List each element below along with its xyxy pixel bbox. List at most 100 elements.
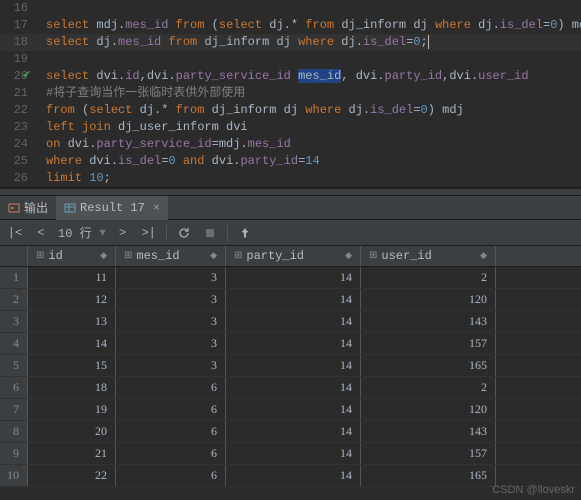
cell[interactable]: 3 (116, 333, 226, 354)
sort-icon[interactable]: ◆ (210, 251, 217, 261)
cell[interactable]: 165 (361, 355, 496, 376)
cell[interactable]: 14 (226, 355, 361, 376)
cell[interactable]: 6 (116, 421, 226, 442)
cell[interactable]: 143 (361, 421, 496, 442)
cell[interactable]: 14 (226, 311, 361, 332)
cell[interactable]: 3 (116, 355, 226, 376)
cell[interactable]: 19 (28, 399, 116, 420)
nav-first-button[interactable]: |< (6, 224, 24, 242)
cell[interactable]: 2 (361, 377, 496, 398)
cell[interactable]: 8 (0, 421, 28, 442)
col-header-user-id[interactable]: ⊞user_id◆ (361, 246, 496, 266)
cell[interactable]: 6 (116, 443, 226, 464)
table-row[interactable]: 515314165 (0, 355, 581, 377)
nav-next-button[interactable]: > (114, 224, 132, 242)
pin-button[interactable] (236, 224, 254, 242)
cell[interactable]: 14 (226, 465, 361, 486)
cell[interactable]: 13 (28, 311, 116, 332)
sort-icon[interactable]: ◆ (100, 251, 107, 261)
cell[interactable]: 157 (361, 443, 496, 464)
table-row[interactable]: 719614120 (0, 399, 581, 421)
cell[interactable]: 6 (116, 465, 226, 486)
cell[interactable]: 6 (0, 377, 28, 398)
sort-icon[interactable]: ◆ (480, 251, 487, 261)
code-line[interactable]: 26limit 10; (0, 170, 581, 187)
line-number[interactable]: 22 (0, 102, 38, 119)
row-num-header[interactable] (0, 246, 28, 266)
code-line[interactable]: 23left join dj_user_inform dvi (0, 119, 581, 136)
cell[interactable]: 14 (226, 289, 361, 310)
cell[interactable]: 20 (28, 421, 116, 442)
tab-result[interactable]: Result 17 × (56, 196, 168, 220)
rows-label[interactable]: 10 行 (58, 224, 92, 241)
code-line[interactable]: 18select dj.mes_id from dj_inform dj whe… (0, 34, 581, 51)
cell[interactable]: 14 (226, 333, 361, 354)
cell[interactable]: 9 (0, 443, 28, 464)
cell[interactable]: 11 (28, 267, 116, 288)
code-line[interactable]: 22from (select dj.* from dj_inform dj wh… (0, 102, 581, 119)
tab-output[interactable]: 输出 (0, 196, 56, 220)
table-row[interactable]: 820614143 (0, 421, 581, 443)
line-number[interactable]: 17 (0, 17, 38, 34)
line-number[interactable]: 18 (0, 34, 38, 51)
stop-button[interactable] (201, 224, 219, 242)
table-row[interactable]: 6186142 (0, 377, 581, 399)
cell[interactable]: 22 (28, 465, 116, 486)
line-number[interactable]: 19 (0, 51, 38, 68)
line-number[interactable]: 20✔ (0, 68, 38, 85)
line-number[interactable]: 25 (0, 153, 38, 170)
line-number[interactable]: 24 (0, 136, 38, 153)
cell[interactable]: 14 (226, 267, 361, 288)
sort-icon[interactable]: ◆ (345, 251, 352, 261)
cell[interactable]: 12 (28, 289, 116, 310)
cell[interactable]: 157 (361, 333, 496, 354)
cell[interactable]: 3 (116, 311, 226, 332)
line-number[interactable]: 16 (0, 0, 38, 17)
cell[interactable]: 14 (28, 333, 116, 354)
code-line[interactable]: 25where dvi.is_del=0 and dvi.party_id=14 (0, 153, 581, 170)
refresh-button[interactable] (175, 224, 193, 242)
cell[interactable]: 18 (28, 377, 116, 398)
col-header-mes-id[interactable]: ⊞mes_id◆ (116, 246, 226, 266)
table-row[interactable]: 212314120 (0, 289, 581, 311)
table-row[interactable]: 1113142 (0, 267, 581, 289)
code-line[interactable]: 17select mdj.mes_id from (select dj.* fr… (0, 17, 581, 34)
cell[interactable]: 3 (116, 267, 226, 288)
table-row[interactable]: 921614157 (0, 443, 581, 465)
cell[interactable]: 15 (28, 355, 116, 376)
cell[interactable]: 2 (361, 267, 496, 288)
cell[interactable]: 21 (28, 443, 116, 464)
cell[interactable]: 2 (0, 289, 28, 310)
table-row[interactable]: 313314143 (0, 311, 581, 333)
close-icon[interactable]: × (153, 201, 160, 215)
cell[interactable]: 14 (226, 399, 361, 420)
cell[interactable]: 7 (0, 399, 28, 420)
nav-prev-button[interactable]: < (32, 224, 50, 242)
code-line[interactable]: 24on dvi.party_service_id=mdj.mes_id (0, 136, 581, 153)
cell[interactable]: 120 (361, 399, 496, 420)
code-editor[interactable]: 1617select mdj.mes_id from (select dj.* … (0, 0, 581, 188)
cell[interactable]: 3 (116, 289, 226, 310)
code-line[interactable]: 20✔select dvi.id,dvi.party_service_id me… (0, 68, 581, 85)
col-header-id[interactable]: ⊞id◆ (28, 246, 116, 266)
cell[interactable]: 165 (361, 465, 496, 486)
cell[interactable]: 14 (226, 377, 361, 398)
cell[interactable]: 14 (226, 421, 361, 442)
col-header-party-id[interactable]: ⊞party_id◆ (226, 246, 361, 266)
cell[interactable]: 6 (116, 399, 226, 420)
cell[interactable]: 5 (0, 355, 28, 376)
cell[interactable]: 10 (0, 465, 28, 486)
cell[interactable]: 1 (0, 267, 28, 288)
code-line[interactable]: 16 (0, 0, 581, 17)
code-line[interactable]: 21#将子查询当作一张临时表供外部使用 (0, 85, 581, 102)
line-number[interactable]: 23 (0, 119, 38, 136)
cell[interactable]: 143 (361, 311, 496, 332)
cell[interactable]: 14 (226, 443, 361, 464)
data-grid[interactable]: ⊞id◆ ⊞mes_id◆ ⊞party_id◆ ⊞user_id◆ 11131… (0, 246, 581, 487)
cell[interactable]: 4 (0, 333, 28, 354)
cell[interactable]: 3 (0, 311, 28, 332)
line-number[interactable]: 21 (0, 85, 38, 102)
line-number[interactable]: 26 (0, 170, 38, 187)
nav-last-button[interactable]: >| (140, 224, 158, 242)
cell[interactable]: 120 (361, 289, 496, 310)
